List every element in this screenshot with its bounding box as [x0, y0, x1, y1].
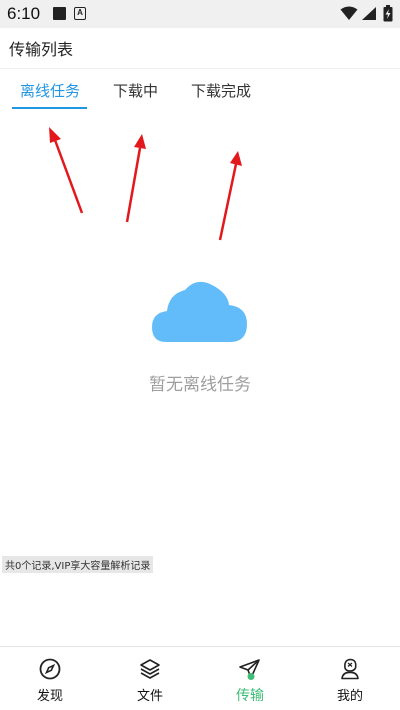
nav-label-transfer: 传输	[236, 688, 264, 704]
nav-discover[interactable]: 发现	[0, 647, 100, 710]
empty-state-text: 暂无离线任务	[149, 375, 251, 395]
arrow-to-downloading-tab	[125, 147, 142, 223]
cloud-icon	[152, 281, 247, 342]
nav-files[interactable]: 文件	[100, 647, 200, 710]
nav-transfer[interactable]: 传输	[200, 647, 300, 710]
nav-label-mine: 我的	[336, 689, 363, 704]
nav-label-files: 文件	[136, 689, 163, 704]
compass-icon	[39, 658, 61, 680]
profile-icon	[341, 658, 359, 680]
send-icon	[239, 659, 260, 680]
annotation-arrows	[49, 127, 242, 241]
arrow-head-downloading	[134, 134, 146, 149]
record-note: 共0个记录,VIP享大容量解析记录	[2, 556, 154, 573]
arrow-head-complete	[230, 151, 242, 166]
layers-icon	[140, 659, 160, 679]
arrow-head-offline	[49, 127, 61, 143]
nav-mine[interactable]: 我的	[300, 647, 400, 710]
arrow-to-offline-tab	[53, 139, 84, 214]
arrow-to-complete-tab	[218, 163, 238, 241]
bottom-nav: 发现 文件 传输 我的	[0, 646, 400, 710]
nav-label-discover: 发现	[36, 689, 63, 704]
